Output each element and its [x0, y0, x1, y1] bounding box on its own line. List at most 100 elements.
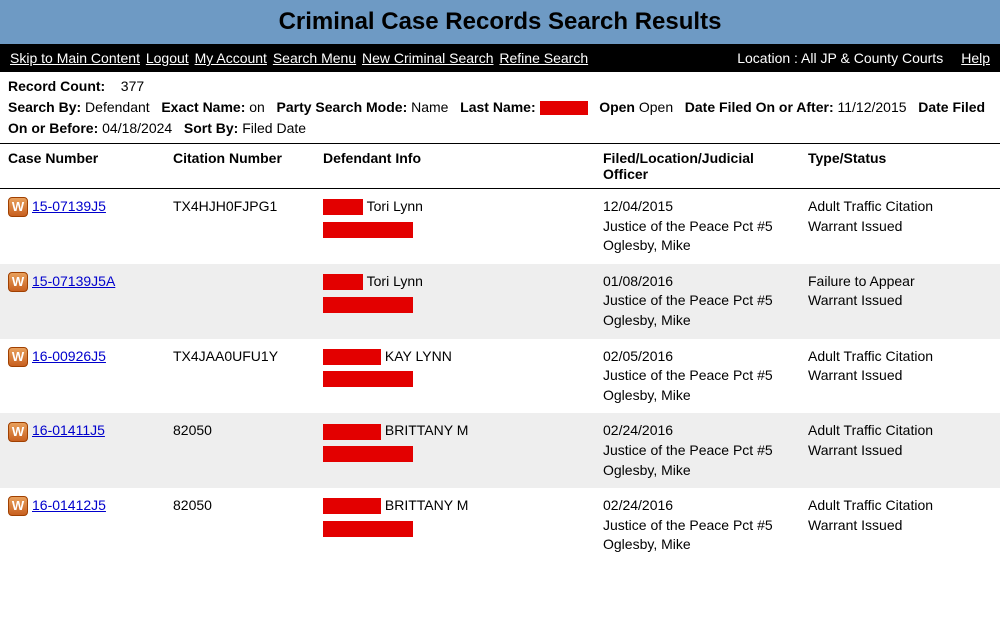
case-type: Adult Traffic Citation	[808, 496, 992, 516]
redacted-surname	[323, 424, 381, 440]
redacted-surname	[323, 199, 363, 215]
table-header-row: Case Number Citation Number Defendant In…	[0, 144, 1000, 189]
cell-defendant: BRITTANY M	[315, 488, 595, 563]
refine-search-link[interactable]: Refine Search	[499, 50, 588, 66]
case-number-link[interactable]: 16-00926J5	[32, 348, 106, 364]
redacted-surname	[323, 349, 381, 365]
header-band: Criminal Case Records Search Results	[0, 0, 1000, 44]
warrant-icon: W	[8, 496, 28, 516]
col-type-status: Type/Status	[800, 144, 1000, 189]
defendant-name-visible: BRITTANY M	[381, 497, 468, 513]
case-type: Adult Traffic Citation	[808, 347, 992, 367]
redacted-line	[323, 222, 413, 238]
case-number-link[interactable]: 15-07139J5A	[32, 273, 115, 289]
cell-filed: 02/24/2016Justice of the Peace Pct #5Ogl…	[595, 488, 800, 563]
logout-link[interactable]: Logout	[146, 50, 189, 66]
col-case-number: Case Number	[0, 144, 165, 189]
cell-defendant: KAY LYNN	[315, 339, 595, 414]
redacted-line	[323, 297, 413, 313]
defendant-name-visible: BRITTANY M	[381, 422, 468, 438]
redacted-line	[323, 446, 413, 462]
col-defendant-info: Defendant Info	[315, 144, 595, 189]
results-table: Case Number Citation Number Defendant In…	[0, 143, 1000, 563]
col-citation-number: Citation Number	[165, 144, 315, 189]
exact-name-value: on	[249, 99, 265, 115]
cell-type-status: Failure to AppearWarrant Issued	[800, 264, 1000, 339]
case-number-link[interactable]: 16-01412J5	[32, 497, 106, 513]
cell-case-number: W16-01411J5	[0, 413, 165, 488]
table-row: W16-01412J582050 BRITTANY M02/24/2016Jus…	[0, 488, 1000, 563]
case-status: Warrant Issued	[808, 291, 992, 311]
cell-filed: 12/04/2015Justice of the Peace Pct #5Ogl…	[595, 189, 800, 264]
nav-right: Location : All JP & County Courts Help	[737, 50, 990, 66]
redacted-line	[323, 521, 413, 537]
cell-defendant: Tori Lynn	[315, 189, 595, 264]
sort-by-value: Filed Date	[242, 120, 306, 136]
warrant-icon: W	[8, 347, 28, 367]
location: Justice of the Peace Pct #5	[603, 441, 792, 461]
table-row: W15-07139J5A Tori Lynn01/08/2016Justice …	[0, 264, 1000, 339]
help-link[interactable]: Help	[961, 50, 990, 66]
location: Justice of the Peace Pct #5	[603, 291, 792, 311]
nav-links: Skip to Main Content Logout My Account S…	[10, 50, 590, 66]
open-label: Open	[599, 99, 635, 115]
redacted-line	[323, 371, 413, 387]
col-filed-location: Filed/Location/Judicial Officer	[595, 144, 800, 189]
exact-name-label: Exact Name:	[161, 99, 245, 115]
filed-before-value: 04/18/2024	[102, 120, 172, 136]
location: Justice of the Peace Pct #5	[603, 217, 792, 237]
case-number-link[interactable]: 15-07139J5	[32, 198, 106, 214]
case-type: Failure to Appear	[808, 272, 992, 292]
judicial-officer: Oglesby, Mike	[603, 311, 792, 331]
record-count-label: Record Count:	[8, 78, 105, 94]
filed-date: 02/24/2016	[603, 496, 792, 516]
party-mode-value: Name	[411, 99, 448, 115]
cell-citation: TX4HJH0FJPG1	[165, 189, 315, 264]
case-type: Adult Traffic Citation	[808, 421, 992, 441]
search-menu-link[interactable]: Search Menu	[273, 50, 356, 66]
defendant-name-visible: Tori Lynn	[363, 198, 423, 214]
skip-link[interactable]: Skip to Main Content	[10, 50, 140, 66]
last-name-label: Last Name:	[460, 99, 535, 115]
defendant-name-visible: KAY LYNN	[381, 348, 452, 364]
cell-type-status: Adult Traffic CitationWarrant Issued	[800, 413, 1000, 488]
cell-type-status: Adult Traffic CitationWarrant Issued	[800, 189, 1000, 264]
case-status: Warrant Issued	[808, 366, 992, 386]
search-meta: Record Count: 377 Search By: Defendant E…	[0, 72, 1000, 143]
location: Justice of the Peace Pct #5	[603, 516, 792, 536]
sort-by-label: Sort By:	[184, 120, 238, 136]
cell-citation: 82050	[165, 488, 315, 563]
my-account-link[interactable]: My Account	[195, 50, 267, 66]
record-count-value: 377	[121, 78, 144, 94]
page-title: Criminal Case Records Search Results	[0, 8, 1000, 36]
cell-citation: TX4JAA0UFU1Y	[165, 339, 315, 414]
location-label: Location : All JP & County Courts	[737, 50, 943, 66]
cell-defendant: BRITTANY M	[315, 413, 595, 488]
filed-after-label: Date Filed On or After:	[685, 99, 834, 115]
cell-citation: 82050	[165, 413, 315, 488]
cell-citation	[165, 264, 315, 339]
filed-date: 02/24/2016	[603, 421, 792, 441]
table-row: W15-07139J5 TX4HJH0FJPG1 Tori Lynn 12/04/2…	[0, 189, 1000, 264]
filed-date: 02/05/2016	[603, 347, 792, 367]
case-status: Warrant Issued	[808, 516, 992, 536]
party-mode-label: Party Search Mode:	[277, 99, 408, 115]
table-row: W16-01411J582050 BRITTANY M 02/24/2016Jus…	[0, 413, 1000, 488]
cell-defendant: Tori Lynn	[315, 264, 595, 339]
redacted-surname	[323, 274, 363, 290]
filed-after-value: 11/12/2015	[838, 99, 907, 115]
table-row: W16-00926J5TX4JAA0UFU1Y KAY LYNN02/05/20…	[0, 339, 1000, 414]
judicial-officer: Oglesby, Mike	[603, 535, 792, 555]
cell-type-status: Adult Traffic CitationWarrant Issued	[800, 339, 1000, 414]
cell-case-number: W16-01412J5	[0, 488, 165, 563]
search-by-label: Search By:	[8, 99, 81, 115]
case-number-link[interactable]: 16-01411J5	[32, 422, 105, 438]
filed-date: 01/08/2016	[603, 272, 792, 292]
judicial-officer: Oglesby, Mike	[603, 236, 792, 256]
last-name-redacted	[540, 101, 588, 115]
new-criminal-search-link[interactable]: New Criminal Search	[362, 50, 493, 66]
cell-filed: 02/24/2016Justice of the Peace Pct #5Ogl…	[595, 413, 800, 488]
cell-case-number: W16-00926J5	[0, 339, 165, 414]
judicial-officer: Oglesby, Mike	[603, 461, 792, 481]
warrant-icon: W	[8, 197, 28, 217]
